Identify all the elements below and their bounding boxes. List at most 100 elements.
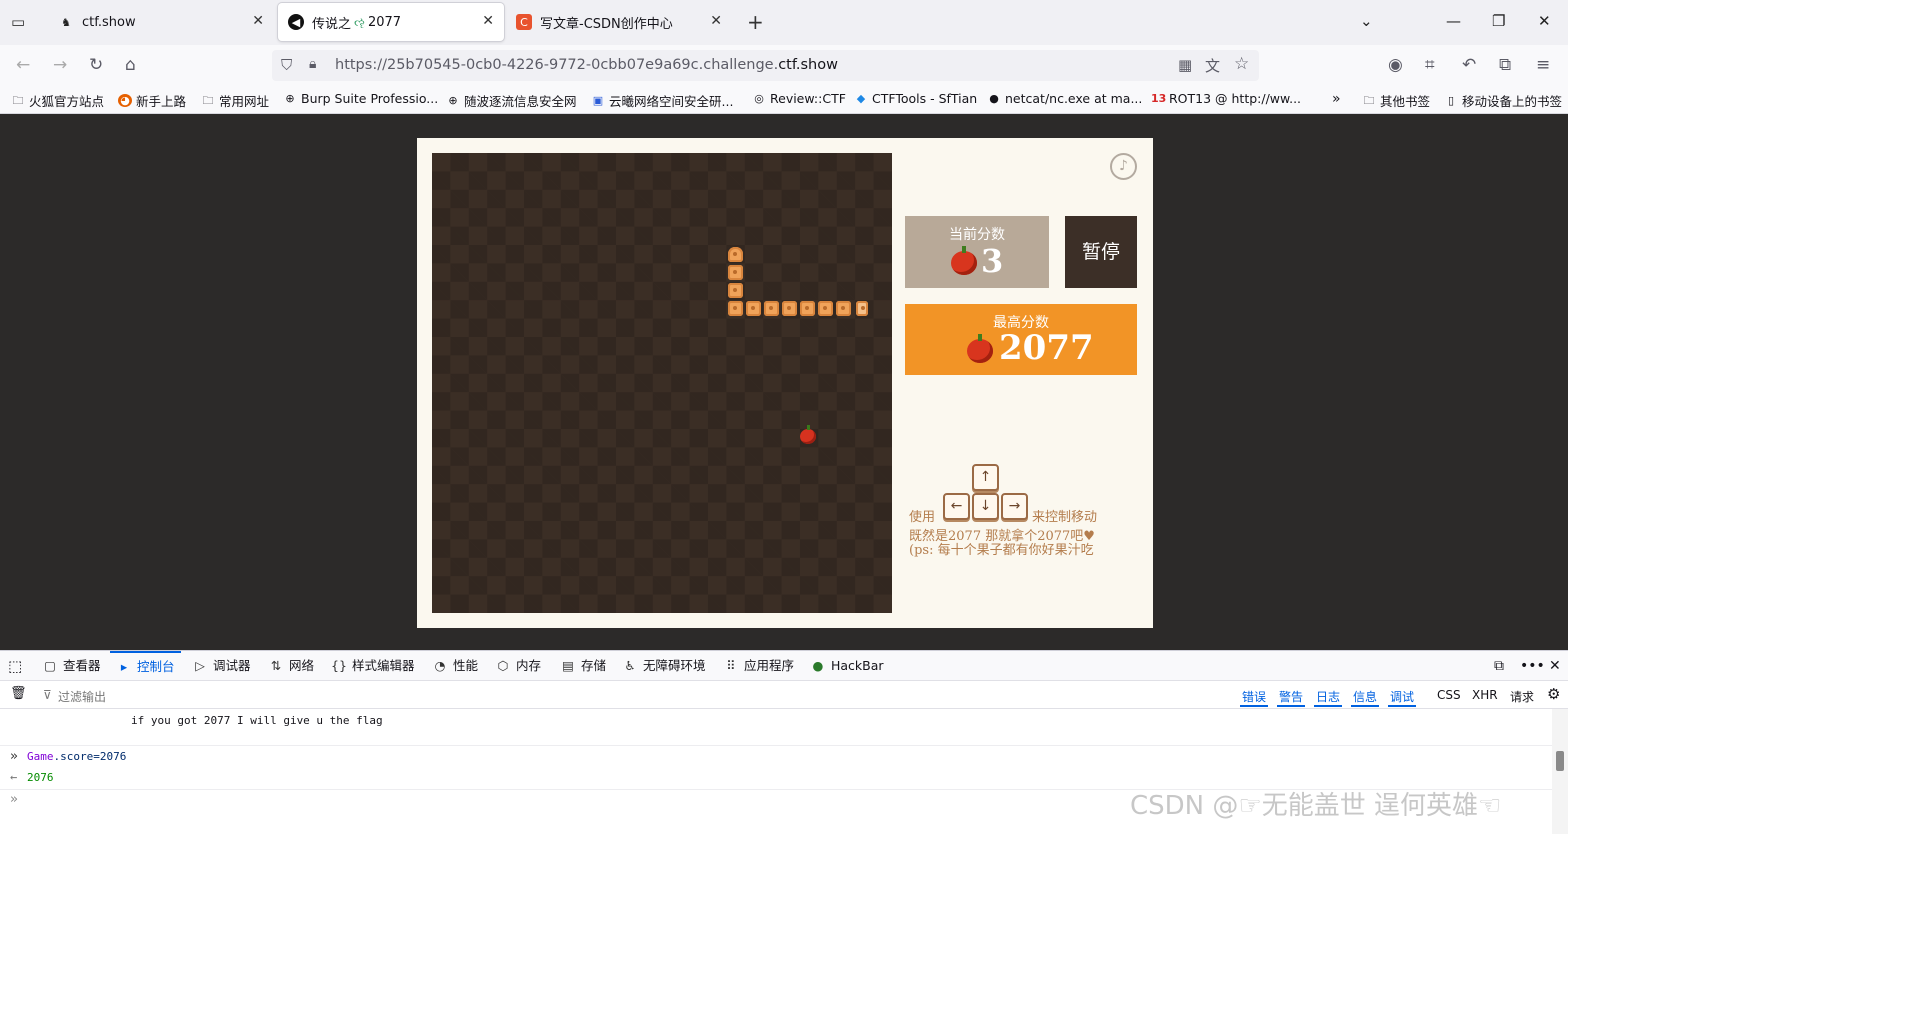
level-debug[interactable]: 调试	[1388, 688, 1417, 707]
best-score-panel: 最高分数 2077	[905, 304, 1137, 375]
tab-inspector[interactable]: ▢ 查看器	[42, 651, 100, 681]
console-scrollbar[interactable]	[1552, 709, 1568, 834]
bookmark-label: Burp Suite Professio...	[301, 91, 439, 106]
ctfshow-swirl-icon: ૡ	[354, 14, 365, 30]
account-icon[interactable]: ◉	[1388, 55, 1403, 75]
level-log[interactable]: 日志	[1314, 688, 1343, 707]
home-icon[interactable]: ⌂	[125, 55, 136, 75]
new-tab-icon[interactable]: +	[747, 10, 764, 34]
reload-icon[interactable]: ↻	[89, 55, 103, 75]
close-icon[interactable]: ✕	[482, 13, 494, 29]
screenshot-icon[interactable]: ⌗	[1425, 55, 1435, 75]
bookmark-label: CTFTools - SfTian	[872, 91, 978, 106]
tab-storage[interactable]: ▤ 存储	[560, 651, 606, 681]
tab-style-editor[interactable]: {} 样式编辑器	[331, 651, 415, 681]
bookmark-item[interactable]: ⊕ Burp Suite Professio...	[283, 91, 438, 106]
tab-console[interactable]: ▸ 控制台	[110, 651, 181, 681]
snake-game: ♪ 当前分数 3 暂停 最高分数 2077 ↑ ← ↓ → 使用 来控制移动 既…	[417, 138, 1153, 628]
accessibility-icon: ♿︎	[624, 658, 636, 673]
console-result: 2076	[27, 771, 54, 784]
bookmark-item[interactable]: ● netcat/nc.exe at ma...	[987, 91, 1142, 106]
level-warning[interactable]: 警告	[1277, 688, 1306, 707]
best-score-value: 2077	[999, 328, 1094, 368]
more-options-icon[interactable]: •••	[1520, 651, 1545, 681]
tab-memory[interactable]: ⬡ 内存	[495, 651, 541, 681]
music-toggle-icon[interactable]: ♪	[1110, 153, 1137, 180]
filter-output-input[interactable]: 过滤输出	[58, 688, 106, 705]
result-arrow-icon: ←	[10, 770, 18, 784]
qr-code-icon[interactable]: ▦	[1178, 56, 1192, 74]
lock-icon[interactable]: 🔒︎	[309, 56, 316, 72]
undo-icon[interactable]: ↶	[1462, 55, 1476, 75]
bookmarks-overflow-icon[interactable]: »	[1332, 91, 1341, 107]
apple-icon	[951, 246, 977, 275]
bookmark-item[interactable]: ◆ CTFTools - SfTian	[854, 91, 977, 106]
tab-label: 调试器	[213, 658, 251, 673]
snake-head	[856, 301, 868, 316]
page-content: ♪ 当前分数 3 暂停 最高分数 2077 ↑ ← ↓ → 使用 来控制移动 既…	[0, 114, 1568, 650]
settings-gear-icon[interactable]: ⚙	[1547, 685, 1560, 703]
audio-playing-icon[interactable]: ◀	[288, 14, 304, 30]
translate-icon[interactable]: 文	[1205, 55, 1220, 76]
element-picker-icon[interactable]: ⬚	[8, 651, 22, 681]
snake-segment	[818, 301, 833, 316]
tab-debugger[interactable]: ▷ 调试器	[192, 651, 251, 681]
tab-performance[interactable]: ◔ 性能	[432, 651, 478, 681]
level-info[interactable]: 信息	[1351, 688, 1380, 707]
tab-hackbar[interactable]: ● HackBar	[810, 651, 884, 681]
level-error[interactable]: 错误	[1240, 688, 1269, 707]
bookmark-item[interactable]: 🗀︎ 火狐官方站点	[11, 91, 105, 110]
tab-list-icon[interactable]: ▭	[11, 13, 25, 31]
game-board[interactable]	[432, 153, 892, 613]
filter-xhr[interactable]: XHR	[1472, 688, 1498, 702]
csdn-icon: C	[516, 14, 532, 30]
url-bar[interactable]: ⛉ 🔒︎ https://25b70545-0cb0-4226-9772-0cb…	[272, 50, 1259, 81]
devtools-toolbar: ⬚ ▢ 查看器 ▸ 控制台 ▷ 调试器 ⇅ 网络 {} 样式编辑器 ◔ 性能 ⬡ 内存 ▤ 存储…	[0, 650, 1568, 681]
bookmark-item[interactable]: ⊕ 随波逐流信息安全网	[446, 91, 576, 110]
bookmark-item[interactable]: ▣ 云曦网络空间安全研...	[591, 91, 734, 110]
menu-icon[interactable]: ≡	[1536, 55, 1550, 75]
trash-icon[interactable]: 🗑︎	[10, 686, 27, 701]
tab-application[interactable]: ⠿ 应用程序	[723, 651, 794, 681]
extensions-icon[interactable]: ⧉	[1499, 55, 1511, 75]
mobile-icon: ▯	[1447, 94, 1455, 107]
bookmark-label: 火狐官方站点	[29, 94, 105, 109]
tab-network[interactable]: ⇅ 网络	[268, 651, 314, 681]
scrollbar-thumb[interactable]	[1556, 751, 1564, 771]
dock-toggle-icon[interactable]: ⧉	[1494, 651, 1504, 681]
bookmark-item[interactable]: ◕ 新手上路	[118, 91, 186, 110]
tab-title: 传说之	[312, 16, 352, 32]
pause-button[interactable]: 暂停	[1065, 216, 1137, 288]
bookmark-folder-mobile[interactable]: ▯ 移动设备上的书签	[1444, 91, 1562, 110]
forward-icon[interactable]: →	[53, 55, 67, 75]
close-icon[interactable]: ✕	[252, 13, 264, 29]
snake-segment	[728, 265, 743, 280]
hackbar-icon: ●	[812, 658, 824, 673]
tab-csdn[interactable]: C 写文章-CSDN创作中心 ✕	[506, 3, 732, 41]
rot13-icon: 13	[1151, 92, 1167, 105]
restore-icon[interactable]: ❐	[1492, 12, 1505, 30]
window-close-icon[interactable]: ✕	[1538, 12, 1551, 30]
bookmark-item[interactable]: 🗀︎ 常用网址	[201, 91, 270, 110]
filter-requests[interactable]: 请求	[1510, 688, 1534, 705]
bookmark-item[interactable]: 13 ROT13 @ http://ww...	[1151, 91, 1301, 106]
tab-ctfshow[interactable]: ♞ ctf.show ✕	[48, 3, 274, 41]
folder-icon: 🗀︎	[1363, 94, 1375, 107]
bookmark-item[interactable]: ◎ Review::CTF	[752, 91, 846, 106]
tracking-shield-icon[interactable]: ⛉	[281, 56, 292, 74]
tab-legend-2077[interactable]: ◀ 传说之 ૡ 2077 ✕	[278, 3, 504, 41]
filter-css[interactable]: CSS	[1437, 688, 1461, 702]
close-icon[interactable]: ✕	[710, 13, 722, 29]
bookmark-folder-other[interactable]: 🗀︎ 其他书签	[1362, 91, 1431, 110]
tab-overflow-chevron-icon[interactable]: ⌄	[1360, 12, 1373, 30]
url-text[interactable]: https://25b70545-0cb0-4226-9772-0cbb07e9…	[335, 57, 838, 73]
tab-accessibility[interactable]: ♿︎ 无障碍环境	[622, 651, 705, 681]
minimize-icon[interactable]: —	[1446, 12, 1461, 30]
bookmark-label: 云曦网络空间安全研...	[609, 94, 734, 109]
filter-icon: ⊽	[43, 688, 52, 702]
console-input-prompt-icon[interactable]: »	[10, 792, 18, 807]
back-icon[interactable]: ←	[16, 55, 30, 75]
close-devtools-icon[interactable]: ✕	[1549, 651, 1561, 681]
bookmark-star-icon[interactable]: ☆	[1234, 54, 1249, 74]
tab-label: 样式编辑器	[352, 658, 415, 673]
